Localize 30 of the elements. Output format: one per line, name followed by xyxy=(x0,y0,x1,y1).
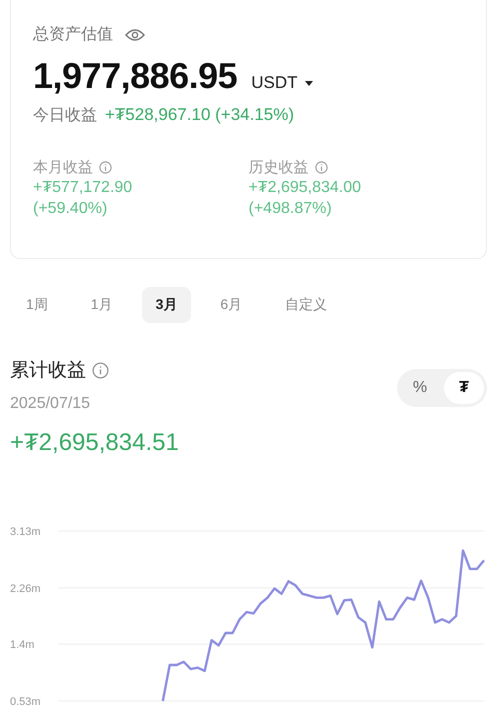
cumulative-title: 累计收益 xyxy=(10,359,86,383)
eye-icon[interactable] xyxy=(125,28,145,42)
y-axis-label: 1.4m xyxy=(10,639,34,652)
stat-percent: (+498.87%) xyxy=(248,199,332,219)
y-axis-label: 3.13m xyxy=(10,526,41,538)
period-tab[interactable]: 6月 xyxy=(206,287,256,323)
stat-percent: (+59.40%) xyxy=(33,199,108,219)
total-amount: 1,977,886.95 xyxy=(33,55,238,97)
caret-icon xyxy=(305,80,314,86)
info-icon[interactable] xyxy=(92,362,109,378)
date-label: 2025/07/15 xyxy=(10,395,90,413)
unit-option[interactable]: ₮ xyxy=(444,372,484,404)
stat-label: 历史收益 xyxy=(248,158,308,177)
period-tab[interactable]: 3月 xyxy=(142,287,192,323)
unit-option[interactable]: % xyxy=(400,372,440,404)
y-axis-label: 0.53m xyxy=(10,696,41,706)
stat-label: 本月收益 xyxy=(33,158,93,177)
period-tab[interactable]: 自定义 xyxy=(271,287,342,323)
today-label: 今日收益 xyxy=(33,106,97,126)
stat-value: +₮577,172.90 xyxy=(33,178,132,198)
y-axis-label: 2.26m xyxy=(10,582,41,595)
cumulative-value: +₮2,695,834.51 xyxy=(10,429,179,457)
total-assets-label: 总资产估值 xyxy=(33,24,113,45)
stat-value: +₮2,695,834.00 xyxy=(248,178,362,198)
period-tab[interactable]: 1月 xyxy=(76,287,127,323)
info-icon[interactable] xyxy=(99,161,112,174)
today-profit: +₮528,967.10 (+34.15%) xyxy=(105,105,294,125)
info-icon[interactable] xyxy=(314,161,328,174)
period-tab[interactable]: 1周 xyxy=(12,287,62,323)
currency-dropdown[interactable]: USDT xyxy=(251,73,314,93)
